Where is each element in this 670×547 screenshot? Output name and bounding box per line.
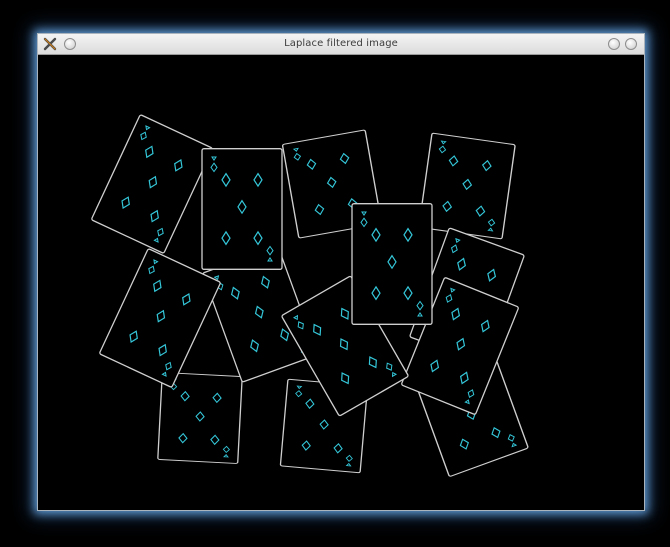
- card-top-right: [419, 133, 515, 239]
- window-title: Laplace filtered image: [284, 38, 398, 49]
- minimize-circle-icon[interactable]: [608, 38, 620, 50]
- card-upright-right: [352, 204, 432, 325]
- card-top-left: [91, 115, 213, 254]
- playing-cards-edge-image: [42, 56, 640, 506]
- card-upright-left: [202, 149, 282, 270]
- filtered-image-canvas: [42, 56, 640, 506]
- titlebar[interactable]: Laplace filtered image: [38, 34, 644, 55]
- close-circle-icon[interactable]: [625, 38, 637, 50]
- image-window: Laplace filtered image: [37, 33, 645, 511]
